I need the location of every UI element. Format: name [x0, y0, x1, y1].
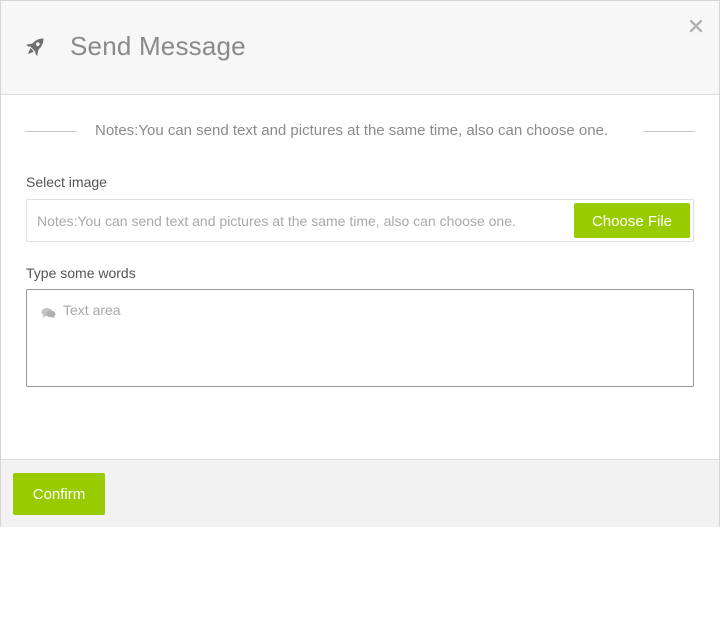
- dialog-title: Send Message: [70, 31, 246, 61]
- image-file-field[interactable]: Notes:You can send text and pictures at …: [26, 199, 694, 242]
- dialog-footer: Confirm: [1, 459, 719, 527]
- rocket-icon: [21, 33, 49, 61]
- notes-text: Notes:You can send text and pictures at …: [95, 122, 609, 139]
- close-icon[interactable]: [685, 15, 707, 37]
- divider-line-left: [25, 131, 77, 132]
- message-textarea-box[interactable]: [26, 289, 694, 387]
- chat-icon: [41, 306, 56, 319]
- confirm-button[interactable]: Confirm: [13, 473, 105, 515]
- file-field-placeholder: Notes:You can send text and pictures at …: [37, 213, 516, 229]
- select-image-label: Select image: [26, 174, 107, 190]
- notes-divider: Notes:You can send text and pictures at …: [25, 117, 695, 145]
- type-words-label: Type some words: [26, 265, 136, 281]
- divider-line-right: [643, 131, 695, 132]
- message-textarea[interactable]: [63, 298, 683, 382]
- send-message-dialog: Send Message Notes:You can send text and…: [0, 0, 720, 527]
- choose-file-button[interactable]: Choose File: [574, 203, 690, 238]
- dialog-header: Send Message: [1, 1, 719, 95]
